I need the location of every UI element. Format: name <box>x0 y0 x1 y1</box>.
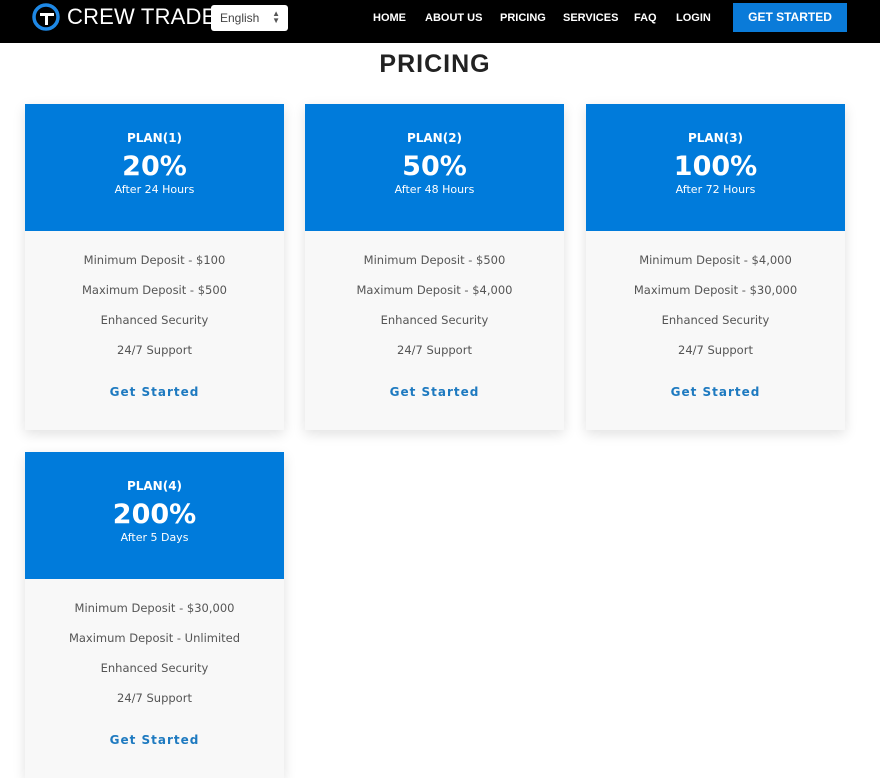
feature-max-deposit: Maximum Deposit - $30,000 <box>633 283 798 297</box>
get-started-button[interactable]: Get Started <box>671 385 761 399</box>
nav-link-faq[interactable]: FAQ <box>634 12 657 24</box>
crew-trade-logo-icon <box>32 3 60 31</box>
feature-security: Enhanced Security <box>100 661 209 675</box>
feature-support: 24/7 Support <box>397 343 472 357</box>
feature-security: Enhanced Security <box>380 313 489 327</box>
feature-min-deposit: Minimum Deposit - $30,000 <box>74 601 235 615</box>
brand-name: CREW TRADE <box>67 4 217 29</box>
language-select[interactable]: English ▲ ▼ <box>211 5 288 31</box>
plan-header: PLAN(4) 200% After 5 Days <box>25 452 284 579</box>
plan-header: PLAN(2) 50% After 48 Hours <box>305 104 564 231</box>
plan-rate: 100% <box>673 151 758 182</box>
nav-link-pricing[interactable]: PRICING <box>500 12 546 24</box>
get-started-button[interactable]: Get Started <box>390 385 480 399</box>
plan-features: Minimum Deposit - $500 Maximum Deposit -… <box>305 231 564 399</box>
plan-features: Minimum Deposit - $4,000 Maximum Deposit… <box>586 231 845 399</box>
feature-min-deposit: Minimum Deposit - $100 <box>83 253 226 267</box>
plan-period: After 5 Days <box>120 531 189 544</box>
plan-period: After 24 Hours <box>114 183 195 196</box>
feature-support: 24/7 Support <box>678 343 753 357</box>
get-started-button[interactable]: Get Started <box>110 733 200 747</box>
pricing-card-plan-4: PLAN(4) 200% After 5 Days Minimum Deposi… <box>25 452 284 778</box>
feature-support: 24/7 Support <box>117 691 192 705</box>
navbar: CREW TRADE English ▲ ▼ HOME ABOUT US PRIC… <box>0 0 880 43</box>
feature-security: Enhanced Security <box>100 313 209 327</box>
pricing-card-plan-2: PLAN(2) 50% After 48 Hours Minimum Depos… <box>305 104 564 430</box>
feature-min-deposit: Minimum Deposit - $4,000 <box>639 253 792 267</box>
pricing-card-plan-1: PLAN(1) 20% After 24 Hours Minimum Depos… <box>25 104 284 430</box>
feature-max-deposit: Maximum Deposit - $500 <box>81 283 227 297</box>
feature-max-deposit: Maximum Deposit - $4,000 <box>356 283 513 297</box>
nav-link-login[interactable]: LOGIN <box>676 12 711 24</box>
pricing-card-plan-3: PLAN(3) 100% After 72 Hours Minimum Depo… <box>586 104 845 430</box>
get-started-nav-button[interactable]: GET STARTED <box>733 3 847 32</box>
plan-name: PLAN(4) <box>126 479 183 493</box>
plan-period: After 48 Hours <box>394 183 475 196</box>
feature-min-deposit: Minimum Deposit - $500 <box>363 253 506 267</box>
feature-security: Enhanced Security <box>661 313 770 327</box>
nav-link-services[interactable]: SERVICES <box>563 12 618 24</box>
feature-support: 24/7 Support <box>117 343 192 357</box>
feature-max-deposit: Maximum Deposit - Unlimited <box>68 631 241 645</box>
brand-logo[interactable]: CREW TRADE <box>31 2 217 32</box>
plan-header: PLAN(3) 100% After 72 Hours <box>586 104 845 231</box>
plan-rate: 200% <box>112 499 197 530</box>
plan-name: PLAN(1) <box>126 131 183 145</box>
nav-link-about-us[interactable]: ABOUT US <box>425 12 482 24</box>
plan-features: Minimum Deposit - $30,000 Maximum Deposi… <box>25 579 284 747</box>
get-started-button[interactable]: Get Started <box>110 385 200 399</box>
plan-name: PLAN(3) <box>687 131 744 145</box>
plan-rate: 50% <box>402 151 467 182</box>
select-arrows-icon: ▲ ▼ <box>272 9 280 25</box>
plan-features: Minimum Deposit - $100 Maximum Deposit -… <box>25 231 284 399</box>
language-select-value: English <box>220 11 260 25</box>
plan-header: PLAN(1) 20% After 24 Hours <box>25 104 284 231</box>
plan-rate: 20% <box>122 151 187 182</box>
page-title: PRICING <box>379 50 491 78</box>
plan-name: PLAN(2) <box>406 131 463 145</box>
nav-link-home[interactable]: HOME <box>373 12 406 24</box>
plan-period: After 72 Hours <box>675 183 756 196</box>
